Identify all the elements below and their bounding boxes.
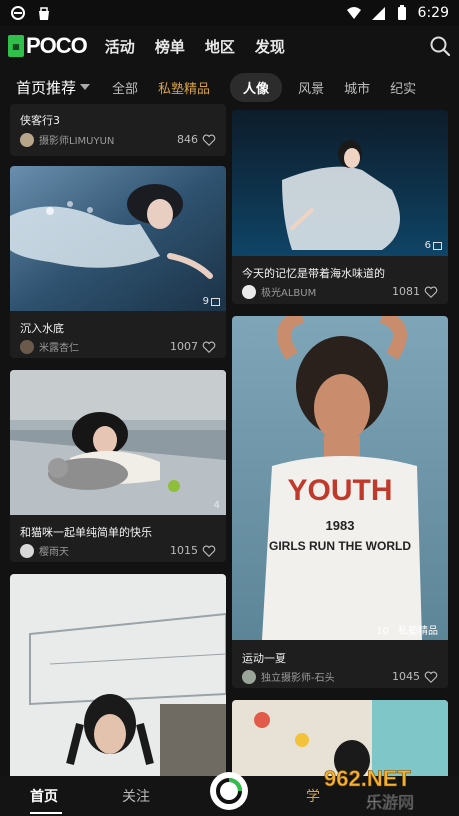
photo-count-value: 6 bbox=[424, 240, 431, 251]
chevron-down-icon bbox=[80, 84, 91, 90]
like-count-value: 846 bbox=[177, 133, 198, 146]
shirt-text-year: 1983 bbox=[326, 518, 355, 533]
like-count[interactable]: 1007 bbox=[170, 340, 216, 354]
photo-count-badge: 6 bbox=[425, 240, 442, 251]
category-landscape[interactable]: 风景 bbox=[298, 78, 324, 97]
battery-icon bbox=[397, 5, 406, 20]
tab-follow[interactable]: 关注 bbox=[122, 786, 150, 806]
status-time: 6:29 bbox=[417, 5, 449, 21]
card-author[interactable]: 独立摄影师-石头 bbox=[261, 669, 335, 684]
gallery-icon bbox=[211, 297, 220, 306]
watermark-domain: 962.NET bbox=[324, 766, 411, 791]
photo-card[interactable]: 4 和猫咪一起单纯简单的快乐 樱雨天 1015 bbox=[10, 370, 226, 562]
avatar bbox=[242, 669, 256, 684]
photo-count-badge: 10 私塾精品 bbox=[376, 622, 438, 637]
nav-item-activity[interactable]: 活动 bbox=[105, 36, 135, 57]
app-notification-icon bbox=[11, 6, 25, 20]
camera-shutter-icon bbox=[216, 778, 242, 804]
card-photo bbox=[10, 574, 226, 776]
card-photo bbox=[10, 370, 226, 515]
card-photo bbox=[232, 110, 448, 256]
avatar bbox=[20, 543, 34, 558]
avatar bbox=[20, 339, 34, 354]
tab-home-indicator bbox=[30, 812, 62, 814]
photo-feed[interactable]: 侠客行3 摄影师LIMUYUN 846 9 沉入水底 米露杏仁 1007 4 和… bbox=[0, 104, 459, 776]
card-meta: 极光ALBUM 1081 bbox=[242, 284, 438, 299]
shirt-text-youth: YOUTH bbox=[288, 474, 393, 507]
avatar bbox=[20, 132, 34, 147]
card-meta: 米露杏仁 1007 bbox=[20, 339, 216, 354]
photo-count-badge: 4 bbox=[214, 500, 220, 511]
shirt-text-slogan: GIRLS RUN THE WORLD bbox=[269, 539, 411, 553]
logo-mark-icon: ▦ bbox=[8, 35, 24, 57]
card-title: 侠客行3 bbox=[20, 114, 60, 127]
signal-icon bbox=[371, 7, 385, 20]
tab-learn[interactable]: 学 bbox=[306, 786, 320, 806]
category-portrait[interactable]: 人像 bbox=[230, 72, 283, 102]
logo-text: POCO bbox=[26, 33, 88, 58]
photo-card[interactable]: 9 沉入水底 米露杏仁 1007 bbox=[10, 166, 226, 358]
heart-icon bbox=[202, 545, 216, 557]
heart-icon bbox=[202, 134, 216, 146]
card-author[interactable]: 极光ALBUM bbox=[261, 284, 316, 299]
card-photo: YOUTH 1983 GIRLS RUN THE WORLD bbox=[232, 316, 448, 640]
category-premium[interactable]: 私塾精品 bbox=[158, 78, 210, 97]
card-title: 沉入水底 bbox=[20, 322, 64, 335]
gallery-icon bbox=[433, 241, 442, 250]
card-title: 运动一夏 bbox=[242, 652, 286, 665]
card-author[interactable]: 摄影师LIMUYUN bbox=[39, 132, 114, 147]
status-bar: 6:29 bbox=[0, 0, 459, 26]
card-meta: 独立摄影师-石头 1045 bbox=[242, 669, 438, 684]
top-nav: ▦ POCO 活动 榜单 地区 发现 bbox=[0, 26, 459, 66]
like-count-value: 1045 bbox=[392, 670, 420, 683]
card-meta: 摄影师LIMUYUN 846 bbox=[20, 132, 216, 147]
photo-card[interactable]: 6 今天的记忆是带着海水味道的 极光ALBUM 1081 bbox=[232, 110, 448, 304]
like-count-value: 1007 bbox=[170, 340, 198, 353]
watermark-name: 乐游网 bbox=[366, 793, 414, 812]
like-count[interactable]: 1081 bbox=[392, 285, 438, 299]
home-recommend-dropdown[interactable]: 首页推荐 bbox=[16, 77, 91, 98]
card-photo bbox=[10, 166, 226, 311]
category-city[interactable]: 城市 bbox=[344, 78, 370, 97]
category-bar: 首页推荐 全部 私塾精品 人像 风景 城市 纪实 bbox=[0, 70, 459, 104]
heart-icon bbox=[424, 671, 438, 683]
photo-card[interactable] bbox=[10, 574, 226, 776]
like-count[interactable]: 1045 bbox=[392, 670, 438, 684]
card-author[interactable]: 米露杏仁 bbox=[39, 339, 79, 354]
tab-home[interactable]: 首页 bbox=[30, 786, 58, 806]
like-count[interactable]: 846 bbox=[177, 133, 216, 147]
like-count-value: 1015 bbox=[170, 544, 198, 557]
card-title: 和猫咪一起单纯简单的快乐 bbox=[20, 526, 152, 539]
heart-icon bbox=[202, 341, 216, 353]
nav-item-discover[interactable]: 发现 bbox=[255, 36, 285, 57]
photo-card[interactable]: YOUTH 1983 GIRLS RUN THE WORLD 10 私塾精品 运… bbox=[232, 316, 448, 688]
photo-card[interactable]: 侠客行3 摄影师LIMUYUN 846 bbox=[10, 104, 226, 156]
like-count[interactable]: 1015 bbox=[170, 544, 216, 558]
site-watermark-logo: 962.NET 乐游网 bbox=[324, 766, 415, 812]
nav-item-region[interactable]: 地区 bbox=[205, 36, 235, 57]
camera-button[interactable] bbox=[210, 772, 248, 810]
card-author[interactable]: 樱雨天 bbox=[39, 543, 69, 558]
category-all[interactable]: 全部 bbox=[112, 78, 138, 97]
photo-count-value: 9 bbox=[202, 296, 209, 307]
card-meta: 樱雨天 1015 bbox=[20, 543, 216, 558]
photo-count-value: 10 bbox=[376, 626, 389, 637]
like-count-value: 1081 bbox=[392, 285, 420, 298]
photo-count-value: 4 bbox=[213, 500, 220, 511]
nav-item-rankings[interactable]: 榜单 bbox=[155, 36, 185, 57]
heart-icon bbox=[424, 286, 438, 298]
card-title: 今天的记忆是带着海水味道的 bbox=[242, 267, 385, 280]
home-recommend-label: 首页推荐 bbox=[16, 78, 77, 97]
shopping-bag-icon bbox=[39, 7, 49, 20]
poco-logo[interactable]: ▦ POCO bbox=[8, 33, 88, 59]
category-documentary[interactable]: 纪实 bbox=[390, 78, 416, 97]
avatar bbox=[242, 284, 256, 299]
wifi-icon bbox=[346, 7, 361, 19]
premium-badge: 私塾精品 bbox=[398, 626, 438, 637]
search-icon[interactable] bbox=[429, 35, 451, 57]
photo-count-badge: 9 bbox=[203, 296, 220, 307]
